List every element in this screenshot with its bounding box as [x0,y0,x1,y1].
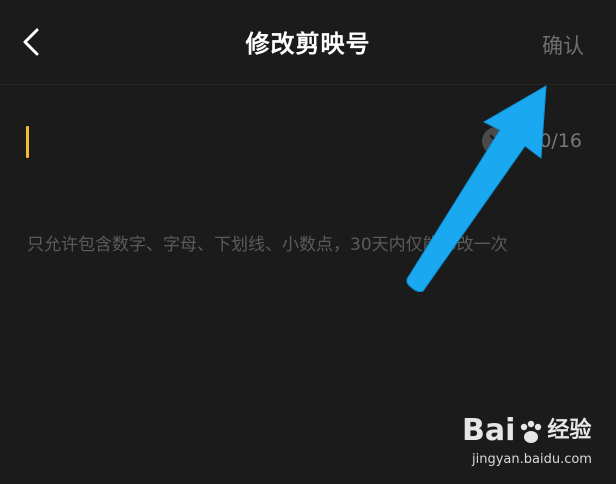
baidu-jingyan-watermark: Bai 经验 jingyan.baidu.com [462,412,602,472]
top-nav-bar: 修改剪映号 确认 [0,0,616,85]
back-button[interactable] [14,24,50,60]
page-title: 修改剪映号 [245,30,371,58]
baidu-logo: Bai 经验 [462,413,592,448]
chevron-left-icon [23,28,39,56]
input-rules-hint: 只允许包含数字、字母、下划线、小数点，30天内仅能修改一次 [27,235,508,255]
text-caret [26,126,29,158]
watermark-url: jingyan.baidu.com [472,452,592,467]
character-counter: 0/16 [539,130,582,152]
clear-button[interactable] [482,127,510,155]
paw-icon [521,420,542,443]
confirm-button[interactable]: 确认 [542,30,584,60]
username-input[interactable] [24,124,468,160]
clear-icon [489,134,503,148]
username-input-row: 0/16 [24,118,590,164]
